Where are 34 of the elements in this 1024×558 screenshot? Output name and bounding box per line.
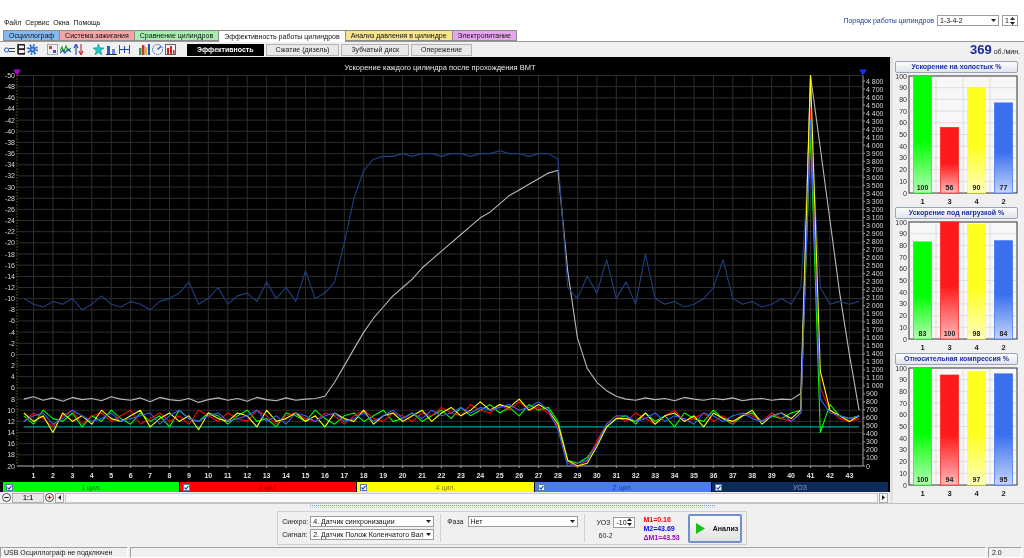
zoom-out-icon[interactable] — [2, 493, 11, 502]
scroll-right-button[interactable] — [879, 492, 888, 503]
checkbox[interactable] — [360, 483, 368, 491]
scroll-left-button[interactable] — [55, 492, 64, 503]
triangle-marker-icon[interactable] — [859, 69, 867, 76]
gauge-icon[interactable] — [152, 44, 163, 55]
splitter-handle[interactable] — [309, 505, 715, 508]
grid-icon[interactable] — [47, 44, 58, 55]
zoom-in-icon[interactable] — [45, 493, 54, 502]
star-icon[interactable] — [93, 44, 104, 55]
play-icon — [695, 522, 705, 534]
spinner-arrows-icon[interactable] — [627, 518, 633, 526]
histogram-icon[interactable] — [165, 44, 176, 55]
bar-chart-icon[interactable] — [139, 44, 150, 55]
wave-icon[interactable] — [60, 45, 71, 54]
checkbox[interactable] — [714, 483, 722, 491]
rpm-value: 369 — [969, 42, 992, 57]
triangle-marker-icon[interactable] — [13, 69, 21, 76]
checkbox[interactable] — [6, 483, 13, 491]
spinner-arrows-icon[interactable] — [1010, 16, 1015, 25]
arrow-left-icon — [58, 495, 61, 500]
caret-down-icon — [991, 19, 996, 22]
align-bottom-icon[interactable] — [106, 44, 117, 55]
checkbox[interactable] — [183, 483, 191, 491]
arrow-right-icon — [882, 495, 885, 500]
bold-icon[interactable] — [17, 44, 25, 55]
gear-icon[interactable] — [27, 44, 38, 55]
caret-down-icon — [569, 520, 575, 523]
caret-down-icon — [426, 533, 432, 536]
sort-icon[interactable] — [73, 44, 84, 55]
measure-icon[interactable] — [119, 45, 130, 54]
cursor-lines-icon[interactable] — [4, 46, 15, 53]
checkbox[interactable] — [537, 483, 545, 491]
caret-down-icon — [426, 520, 432, 523]
